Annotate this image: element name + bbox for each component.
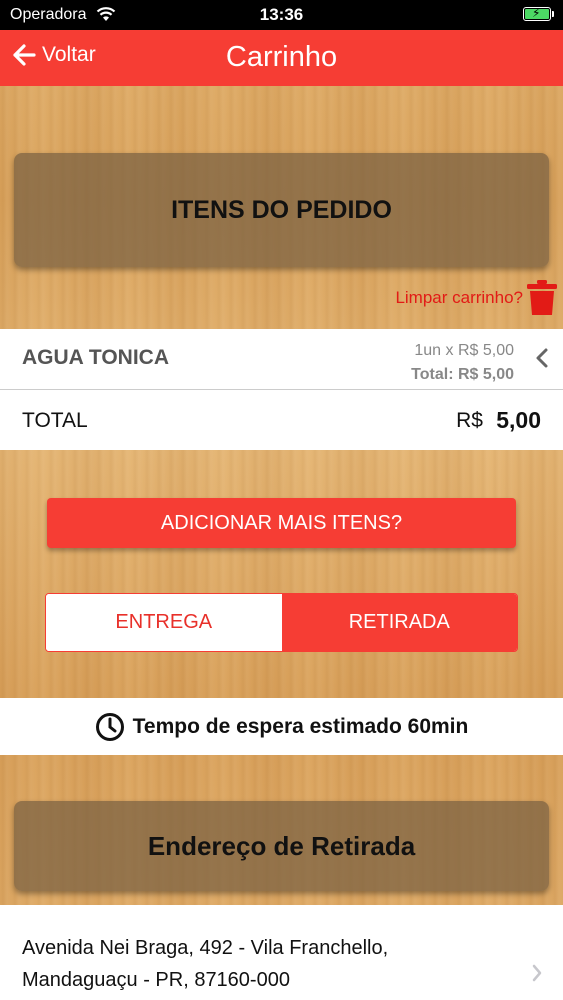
status-bar: Operadora 13:36 ⚡ [0, 0, 563, 30]
total-currency: R$ [456, 409, 483, 432]
total-value: 5,00 [496, 407, 541, 433]
wait-time-row: Tempo de espera estimado 60min [0, 698, 563, 755]
item-name: AGUA TONICA [22, 346, 169, 369]
delivery-option[interactable]: ENTREGA [46, 594, 282, 651]
status-time: 13:36 [259, 5, 304, 24]
cart-item-row[interactable]: AGUA TONICA 1un x R$ 5,00 Total: R$ 5,00 [0, 329, 563, 390]
nav-bar: Voltar Carrinho [0, 30, 563, 86]
chevron-right-icon [532, 964, 542, 982]
clock-icon [95, 712, 124, 741]
pickup-option[interactable]: RETIRADA [281, 594, 517, 651]
wait-time-label: Tempo de espera estimado 60min [132, 714, 469, 738]
chevron-left-icon[interactable] [535, 347, 549, 369]
clear-cart-label: Limpar carrinho? [395, 288, 523, 307]
order-items-header: ITENS DO PEDIDO [14, 153, 549, 267]
pickup-address-header: Endereço de Retirada [14, 801, 549, 891]
total-label: TOTAL [22, 409, 88, 432]
item-total: Total: R$ 5,00 [411, 366, 514, 383]
trash-icon [527, 280, 557, 315]
address-line-2: Mandaguaçu - PR, 87160-000 [22, 969, 290, 991]
battery-icon: ⚡ [523, 6, 554, 21]
total-row: TOTAL R$ 5,00 [0, 390, 563, 450]
address-line-1: Avenida Nei Braga, 492 - Vila Franchello… [22, 937, 389, 959]
delivery-mode-selector: ENTREGA RETIRADA [45, 593, 518, 652]
add-more-items-button[interactable]: ADICIONAR MAIS ITENS? [47, 498, 516, 548]
clear-cart-button[interactable]: Limpar carrinho? [395, 280, 557, 316]
page-title: Carrinho [225, 41, 338, 73]
address-row[interactable]: Avenida Nei Braga, 492 - Vila Franchello… [0, 905, 563, 1000]
item-quantity-price: 1un x R$ 5,00 [414, 342, 514, 359]
